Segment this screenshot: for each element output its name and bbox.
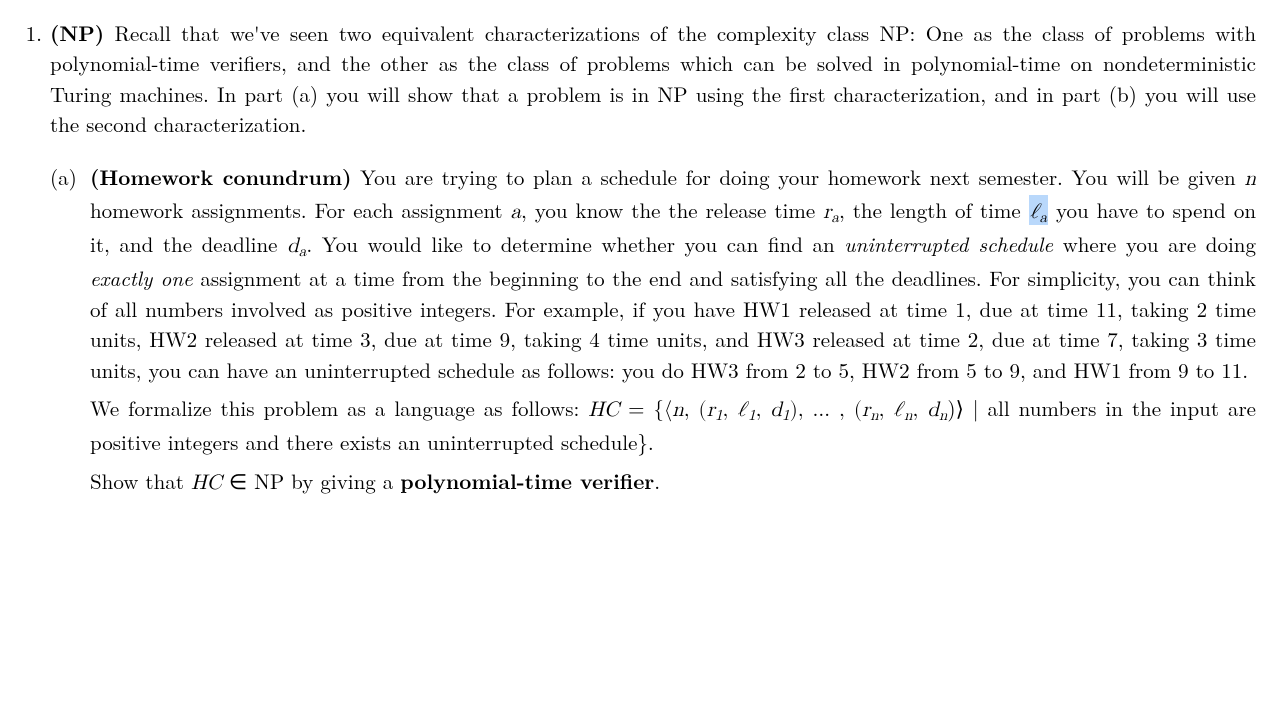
intro-text: Recall that we've seen two equivalent ch… (50, 18, 1256, 139)
sub-a-title: (Homework conundrum) (90, 162, 351, 192)
p1-mid6: where you are doing (1053, 229, 1256, 259)
p1-mid2: , you know the the release time (521, 195, 823, 225)
l1-ell: ℓ (737, 400, 748, 421)
p1-pre: You are trying to plan a schedule for do… (351, 162, 1244, 192)
eq-open: = {⟨ (619, 400, 672, 421)
p3-in: ∈ NP by giving a (222, 466, 400, 496)
dn-d: d (927, 400, 939, 421)
d1-d: d (770, 400, 782, 421)
la-ell: ℓ (1030, 202, 1040, 223)
rn-sub: n (870, 408, 878, 423)
r1-sub: 1 (715, 408, 723, 423)
eq-rn: rn (862, 400, 879, 421)
p1-mid1: homework assignments. For each assignmen… (90, 195, 511, 225)
var-da: da (287, 236, 306, 257)
eq-c3: , (756, 400, 771, 421)
var-ra: ra (823, 202, 839, 223)
d1-sub: 1 (782, 408, 790, 423)
var-a: a (511, 202, 522, 223)
rn-r: r (862, 400, 870, 421)
sub-a-paragraph-2: We formalize this problem as a language … (90, 393, 1256, 458)
eq-l1: ℓ1 (737, 400, 755, 421)
eq-c5: , (879, 400, 894, 421)
item-number: 1. (10, 18, 50, 499)
ital-exactly-one: exactly one (90, 263, 193, 293)
intro-paragraph: (NP) Recall that we've seen two equivale… (50, 18, 1256, 140)
p1-mid3: , the length of time (839, 195, 1029, 225)
eq-c1: , ( (684, 400, 707, 421)
p3-post: . (654, 466, 660, 496)
eq-dots: ), … , ( (790, 400, 862, 421)
p3-pre: Show that (90, 466, 191, 496)
eq-n: n (672, 400, 684, 421)
sub-a-paragraph-3: Show that HC ∈ NP by giving a polynomial… (90, 466, 1256, 499)
eq-c6: , (913, 400, 928, 421)
ra-sub: a (831, 210, 839, 225)
highlighted-la: ℓa (1029, 195, 1048, 225)
p1-tail: assignment at a time from the beginning … (90, 263, 1256, 384)
sub-body-a: (Homework conundrum) You are trying to p… (90, 162, 1256, 499)
eq-d1: d1 (770, 400, 789, 421)
p1-mid5: . You would like to determine whether yo… (306, 229, 844, 259)
var-la: ℓa (1030, 202, 1047, 223)
r1-r: r (707, 400, 715, 421)
eq-r1: r1 (707, 400, 723, 421)
hc-2: HC (191, 473, 222, 494)
subitem-a: (a) (Homework conundrum) You are trying … (50, 162, 1256, 499)
p2-pre: We formalize this problem as a language … (90, 393, 588, 423)
da-d: d (287, 236, 299, 257)
hc-1: HC (588, 400, 619, 421)
ln-sub: n (904, 408, 912, 423)
eq-ln: ℓn (893, 400, 912, 421)
ital-uninterrupted: uninterrupted schedule (844, 229, 1053, 259)
la-sub: a (1039, 210, 1047, 225)
var-n: n (1244, 169, 1256, 190)
np-label: (NP) (50, 18, 104, 48)
eq-c2: , (723, 400, 738, 421)
ln-ell: ℓ (893, 400, 904, 421)
sub-a-paragraph-1: (Homework conundrum) You are trying to p… (90, 162, 1256, 385)
ptv-bold: polynomial-time verifier (400, 466, 654, 496)
item-body: (NP) Recall that we've seen two equivale… (50, 18, 1256, 499)
sub-label-a: (a) (50, 162, 90, 499)
l1-sub: 1 (748, 408, 756, 423)
eq-dn: dn (927, 400, 947, 421)
